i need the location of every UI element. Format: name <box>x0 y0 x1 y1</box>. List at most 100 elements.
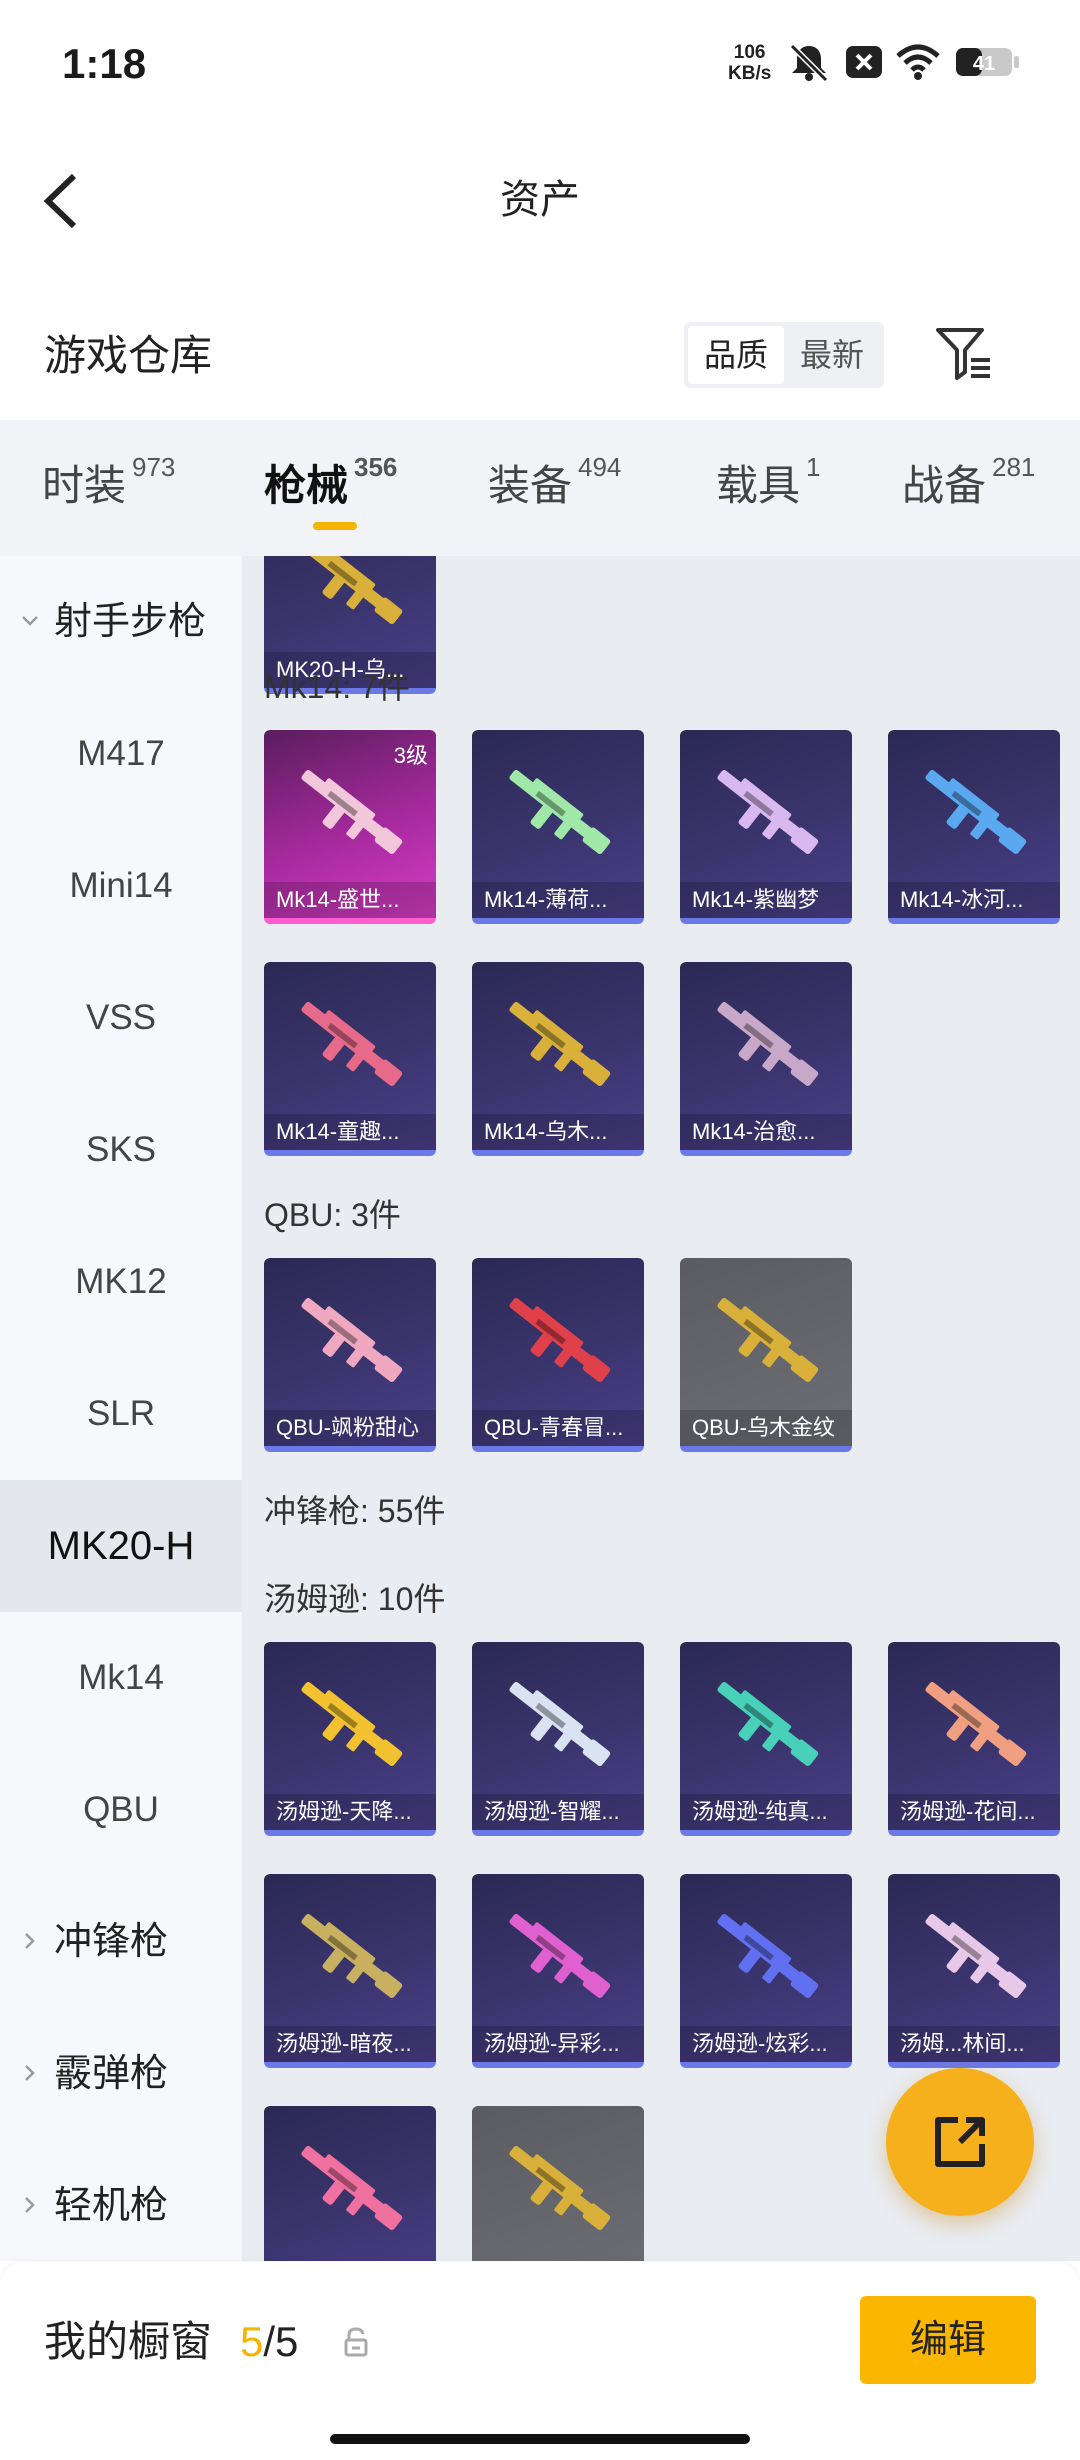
sidebar-item-label: MK20-H <box>47 1524 195 1568</box>
weapon-card[interactable]: Mk14-薄荷... <box>472 730 644 924</box>
rifle-icon <box>925 1913 1027 1999</box>
rifle-icon <box>301 1297 403 1383</box>
group-heading: Mk14: 7件 <box>264 669 410 705</box>
rifle-icon <box>717 769 819 855</box>
weapon-card[interactable]: QBU-青春冒... <box>472 1258 644 1452</box>
weapon-name: 汤姆...林间... <box>888 2026 1060 2062</box>
sidebar-item-label: Mini14 <box>69 866 173 905</box>
weapon-card[interactable]: 汤姆逊-天降... <box>264 1642 436 1836</box>
rifle-icon <box>301 769 403 855</box>
weapon-card[interactable]: 汤姆逊-异彩... <box>472 1874 644 2068</box>
weapon-card[interactable]: Mk14-童趣... <box>264 962 436 1156</box>
rifle-icon <box>717 1297 819 1383</box>
rifle-icon <box>925 769 1027 855</box>
weapon-grid: MK20-H-乌... Mk14: 7件 3级 Mk14-盛世... Mk14-薄荷..… <box>242 556 1080 2261</box>
sidebar-group[interactable]: 射手步枪 <box>0 556 242 688</box>
battery-icon: 41 <box>956 48 1019 76</box>
weapon-card[interactable]: 汤姆逊-智耀... <box>472 1642 644 1836</box>
sidebar-item[interactable]: SKS <box>0 1084 242 1216</box>
weapon-card[interactable] <box>264 2106 436 2261</box>
weapon-card[interactable]: 汤姆逊-花间... <box>888 1642 1060 1836</box>
rifle-icon <box>509 769 611 855</box>
rifle-icon <box>301 1001 403 1087</box>
weapon-card[interactable]: QBU-飒粉甜心 <box>264 1258 436 1452</box>
page-title: 资产 <box>500 178 580 222</box>
sidebar-item[interactable]: MK20-H <box>0 1480 242 1612</box>
sort-quality-button[interactable]: 品质 <box>688 326 784 384</box>
sidebar-group[interactable]: 霰弹枪 <box>0 2008 242 2140</box>
rifle-icon <box>509 1001 611 1087</box>
chevron-right-icon <box>25 2065 35 2081</box>
weapon-name: 汤姆逊-智耀... <box>472 1794 644 1830</box>
sidebar-item-label: Mk14 <box>78 1658 164 1697</box>
weapon-name: 汤姆逊-花间... <box>888 1794 1060 1830</box>
sidebar-item[interactable]: QBU <box>0 1744 242 1876</box>
rifle-icon <box>301 556 403 625</box>
weapon-card[interactable]: 汤姆逊-炫彩... <box>680 1874 852 2068</box>
sidebar-group[interactable]: 轻机枪 <box>0 2140 242 2261</box>
tab-fashion[interactable]: 时装 973 <box>42 452 175 513</box>
sort-segmented-control: 品质 最新 <box>684 322 884 388</box>
weapon-name: 汤姆逊-纯真... <box>680 1794 852 1830</box>
showcase-separator: / <box>263 2318 276 2365</box>
chevron-right-icon <box>25 2197 35 2213</box>
net-speed-unit: KB/s <box>728 63 772 84</box>
tab-vehicles[interactable]: 载具 1 <box>716 452 820 513</box>
lock-icon[interactable] <box>342 2326 370 2358</box>
section-title: 游戏仓库 <box>44 332 213 379</box>
home-indicator[interactable] <box>330 2434 750 2444</box>
sidebar-group[interactable]: 冲锋枪 <box>0 1876 242 2008</box>
back-arrow-icon[interactable] <box>40 170 90 232</box>
sidebar-item-label: 轻机枪 <box>54 2185 169 2227</box>
showcase-count: 5/5 <box>240 2312 298 2372</box>
sidebar-item[interactable]: VSS <box>0 952 242 1084</box>
group-heading: 汤姆逊: 10件 <box>264 1581 446 1617</box>
edit-button[interactable]: 编辑 <box>860 2296 1036 2384</box>
weapon-card[interactable]: 汤姆...林间... <box>888 1874 1060 2068</box>
showcase-current: 5 <box>240 2318 264 2365</box>
wifi-icon <box>896 44 940 80</box>
weapon-card[interactable]: Mk14-紫幽梦 <box>680 730 852 924</box>
sidebar-item-label: SKS <box>85 1130 157 1169</box>
tab-label: 战备 <box>902 462 987 509</box>
level-badge: 3级 <box>393 743 428 768</box>
sidebar-item[interactable]: Mk14 <box>0 1612 242 1744</box>
weapon-name: 汤姆逊-天降... <box>264 1794 436 1830</box>
sidebar-item[interactable]: Mini14 <box>0 820 242 952</box>
share-fab[interactable] <box>886 2068 1034 2216</box>
sidebar-item[interactable]: SLR <box>0 1348 242 1480</box>
status-bar: 1:18 106 KB/s 41 <box>0 0 1080 135</box>
showcase-title: 我的橱窗 <box>44 2318 213 2365</box>
rifle-icon <box>925 1681 1027 1767</box>
sidebar-item-label: QBU <box>83 1790 159 1829</box>
tab-firearms[interactable]: 枪械 356 <box>264 452 397 513</box>
weapon-name: QBU-青春冒... <box>472 1410 644 1446</box>
sort-newest-button[interactable]: 最新 <box>784 326 880 384</box>
tab-count: 281 <box>992 452 1036 482</box>
rifle-icon <box>509 1913 611 1999</box>
sidebar-item[interactable]: MK12 <box>0 1216 242 1348</box>
weapon-card[interactable]: Mk14-治愈... <box>680 962 852 1156</box>
weapon-name: Mk14-冰河... <box>888 882 1060 918</box>
mute-icon <box>789 43 829 82</box>
rifle-icon <box>301 1913 403 1999</box>
sidebar-item[interactable]: M417 <box>0 688 242 820</box>
weapon-card[interactable]: QBU-乌木金纹 <box>680 1258 852 1452</box>
weapon-name: Mk14-薄荷... <box>472 882 644 918</box>
weapon-name: QBU-飒粉甜心 <box>264 1410 436 1446</box>
weapon-card[interactable] <box>472 2106 644 2261</box>
filter-icon[interactable] <box>935 326 993 382</box>
tab-count: 1 <box>806 452 821 482</box>
weapon-card[interactable]: Mk14-冰河... <box>888 730 1060 924</box>
weapon-card[interactable]: 汤姆逊-暗夜... <box>264 1874 436 2068</box>
group-heading: QBU: 3件 <box>264 1197 401 1233</box>
battery-level: 41 <box>973 53 995 75</box>
weapon-card[interactable]: 汤姆逊-纯真... <box>680 1642 852 1836</box>
tab-label: 枪械 <box>264 462 349 509</box>
weapon-name: Mk14-治愈... <box>680 1114 852 1150</box>
weapon-card[interactable]: 3级 Mk14-盛世... <box>264 730 436 924</box>
tab-label: 载具 <box>716 462 801 509</box>
tab-supplies[interactable]: 战备 281 <box>902 452 1035 513</box>
tab-equipment[interactable]: 装备 494 <box>488 452 621 513</box>
weapon-card[interactable]: Mk14-乌木... <box>472 962 644 1156</box>
